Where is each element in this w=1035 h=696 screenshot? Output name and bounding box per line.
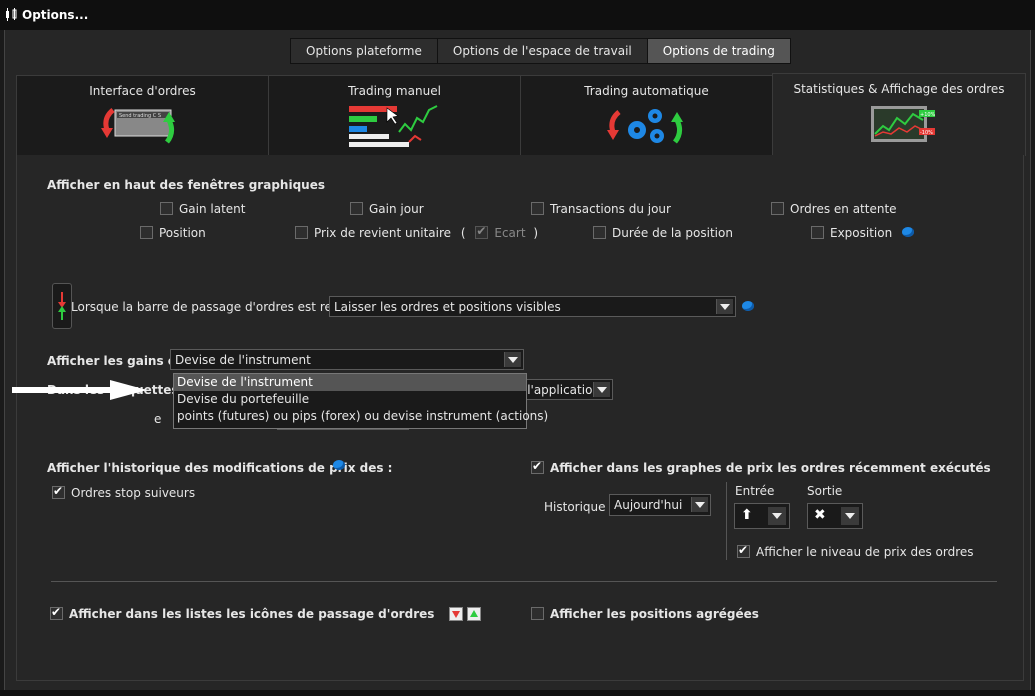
checkbox-box[interactable] xyxy=(531,607,544,620)
buy-order-icon xyxy=(466,607,481,621)
checkbox-box[interactable] xyxy=(52,484,65,499)
manual-trading-icon xyxy=(349,105,438,147)
checkbox-list-icons[interactable]: Afficher dans les listes les icônes de p… xyxy=(50,605,485,621)
checkbox-transactions-jour[interactable]: Transactions du jour xyxy=(531,202,671,216)
options-window: Options plateforme Options de l'espace d… xyxy=(4,30,1031,690)
chevron-down-icon[interactable] xyxy=(691,497,708,512)
svg-text:-10%: -10% xyxy=(920,130,933,136)
checkbox-box[interactable] xyxy=(531,202,544,215)
tab-label: Interface d'ordres xyxy=(89,84,196,98)
title-bar: Options... xyxy=(0,0,1035,30)
chevron-down-icon[interactable] xyxy=(593,382,610,397)
checkbox-box[interactable] xyxy=(811,226,824,239)
chevron-down-icon[interactable] xyxy=(504,352,521,367)
sortie-label: Sortie xyxy=(807,484,843,498)
app-icon xyxy=(6,8,17,21)
svg-text:+10%: +10% xyxy=(920,112,936,118)
info-bubble-icon[interactable] xyxy=(742,301,754,311)
checkbox-box[interactable] xyxy=(531,459,544,474)
checkbox-duree-position[interactable]: Durée de la position xyxy=(593,226,733,240)
vertical-divider xyxy=(726,482,727,560)
statistics-chart-icon: +10% -10% xyxy=(871,106,936,142)
horizontal-divider xyxy=(51,581,997,582)
chevron-down-icon[interactable] xyxy=(716,299,733,314)
checkbox-gain-jour[interactable]: Gain jour xyxy=(350,202,424,216)
checkbox-recent-orders[interactable]: Afficher dans les graphes de prix les or… xyxy=(531,459,991,475)
status-strip xyxy=(0,690,1035,696)
order-bar-label: Lorsque la barre de passage d'ordres est… xyxy=(71,300,369,314)
checkbox-box[interactable] xyxy=(737,543,750,558)
auto-trading-icon xyxy=(607,109,683,144)
tab-trading-automatique[interactable]: Trading automatique xyxy=(520,75,773,156)
checkbox-ordres-stop-suiveurs[interactable]: Ordres stop suiveurs xyxy=(52,484,195,500)
row3-partial: e xyxy=(154,412,162,426)
chevron-down-icon[interactable] xyxy=(841,507,859,525)
checkbox-exposition[interactable]: Exposition xyxy=(811,226,915,240)
entree-style-button[interactable]: ⬆ xyxy=(734,503,790,529)
swap-arrows-icon xyxy=(58,292,66,320)
checkbox-box[interactable] xyxy=(50,605,63,620)
cross-icon: ✖ xyxy=(814,507,826,523)
checkbox-niveau-prix[interactable]: Afficher le niveau de prix des ordres xyxy=(737,543,974,559)
dropdown-option[interactable]: points (futures) ou pips (forex) ou devi… xyxy=(174,408,548,425)
checkbox-box[interactable] xyxy=(140,226,153,239)
checkbox-ecart[interactable] xyxy=(475,224,489,239)
checkbox-box[interactable] xyxy=(593,226,606,239)
checkbox-positions-agregees[interactable]: Afficher les positions agrégées xyxy=(531,607,759,621)
checkbox-box[interactable] xyxy=(160,202,173,215)
arrow-up-icon: ⬆ xyxy=(741,507,753,523)
window-title: Options... xyxy=(22,8,89,22)
checkbox-box[interactable] xyxy=(771,202,784,215)
tab-options-trading[interactable]: Options de trading xyxy=(646,38,791,64)
ecart-label: Ecart xyxy=(494,226,526,240)
tab-label: Trading automatique xyxy=(584,84,709,98)
dropdown-option[interactable]: Devise du portefeuille xyxy=(174,391,526,408)
sell-order-icon xyxy=(448,607,463,621)
tab-statistiques-affichage[interactable]: Statistiques & Affichage des ordres +10%… xyxy=(772,73,1026,156)
svg-text:Send trading C S: Send trading C S xyxy=(119,113,161,119)
top-tab-bar: Options plateforme Options de l'espace d… xyxy=(290,38,791,64)
checkbox-ordres-attente[interactable]: Ordres en attente xyxy=(771,202,897,216)
tab-options-plateforme[interactable]: Options plateforme xyxy=(290,38,438,64)
historique-label: Historique xyxy=(544,500,606,514)
tab-options-espace-travail[interactable]: Options de l'espace de travail xyxy=(436,38,648,64)
checkbox-prix-revient[interactable]: Prix de revient unitaire ( Ecart ) xyxy=(295,224,538,240)
sortie-style-button[interactable]: ✖ xyxy=(807,503,863,529)
info-bubble-icon[interactable] xyxy=(902,227,915,237)
gains-select[interactable]: Devise de l'instrument xyxy=(170,349,524,370)
tab-label: Statistiques & Affichage des ordres xyxy=(793,82,1005,96)
order-bar-select[interactable]: Laisser les ordres et positions visibles xyxy=(329,296,736,317)
checkbox-box[interactable] xyxy=(295,226,308,239)
chevron-down-icon[interactable] xyxy=(768,507,786,525)
entree-label: Entrée xyxy=(735,484,775,498)
checkbox-position[interactable]: Position xyxy=(140,226,206,240)
historique-select[interactable]: Aujourd'hui xyxy=(609,494,711,516)
checkbox-gain-latent[interactable]: Gain latent xyxy=(160,202,246,216)
tab-label: Trading manuel xyxy=(348,84,441,98)
checkbox-box[interactable] xyxy=(350,202,363,215)
pointer-arrow-icon xyxy=(12,380,147,400)
info-bubble-icon[interactable] xyxy=(333,460,345,470)
tab-trading-manuel[interactable]: Trading manuel xyxy=(268,75,521,156)
order-bar-toggle-icon[interactable] xyxy=(52,283,72,329)
order-interface-icon: Send trading C S xyxy=(101,108,175,144)
dropdown-option[interactable]: Devise de l'instrument xyxy=(174,374,526,391)
gains-dropdown-list[interactable]: Devise de l'instrument Devise du portefe… xyxy=(173,373,548,429)
tab-interface-ordres[interactable]: Interface d'ordres Send trading C S xyxy=(16,75,269,156)
options-panel: Afficher en haut des fenêtres graphiques… xyxy=(16,155,1024,681)
section-heading-top: Afficher en haut des fenêtres graphiques xyxy=(47,178,325,192)
